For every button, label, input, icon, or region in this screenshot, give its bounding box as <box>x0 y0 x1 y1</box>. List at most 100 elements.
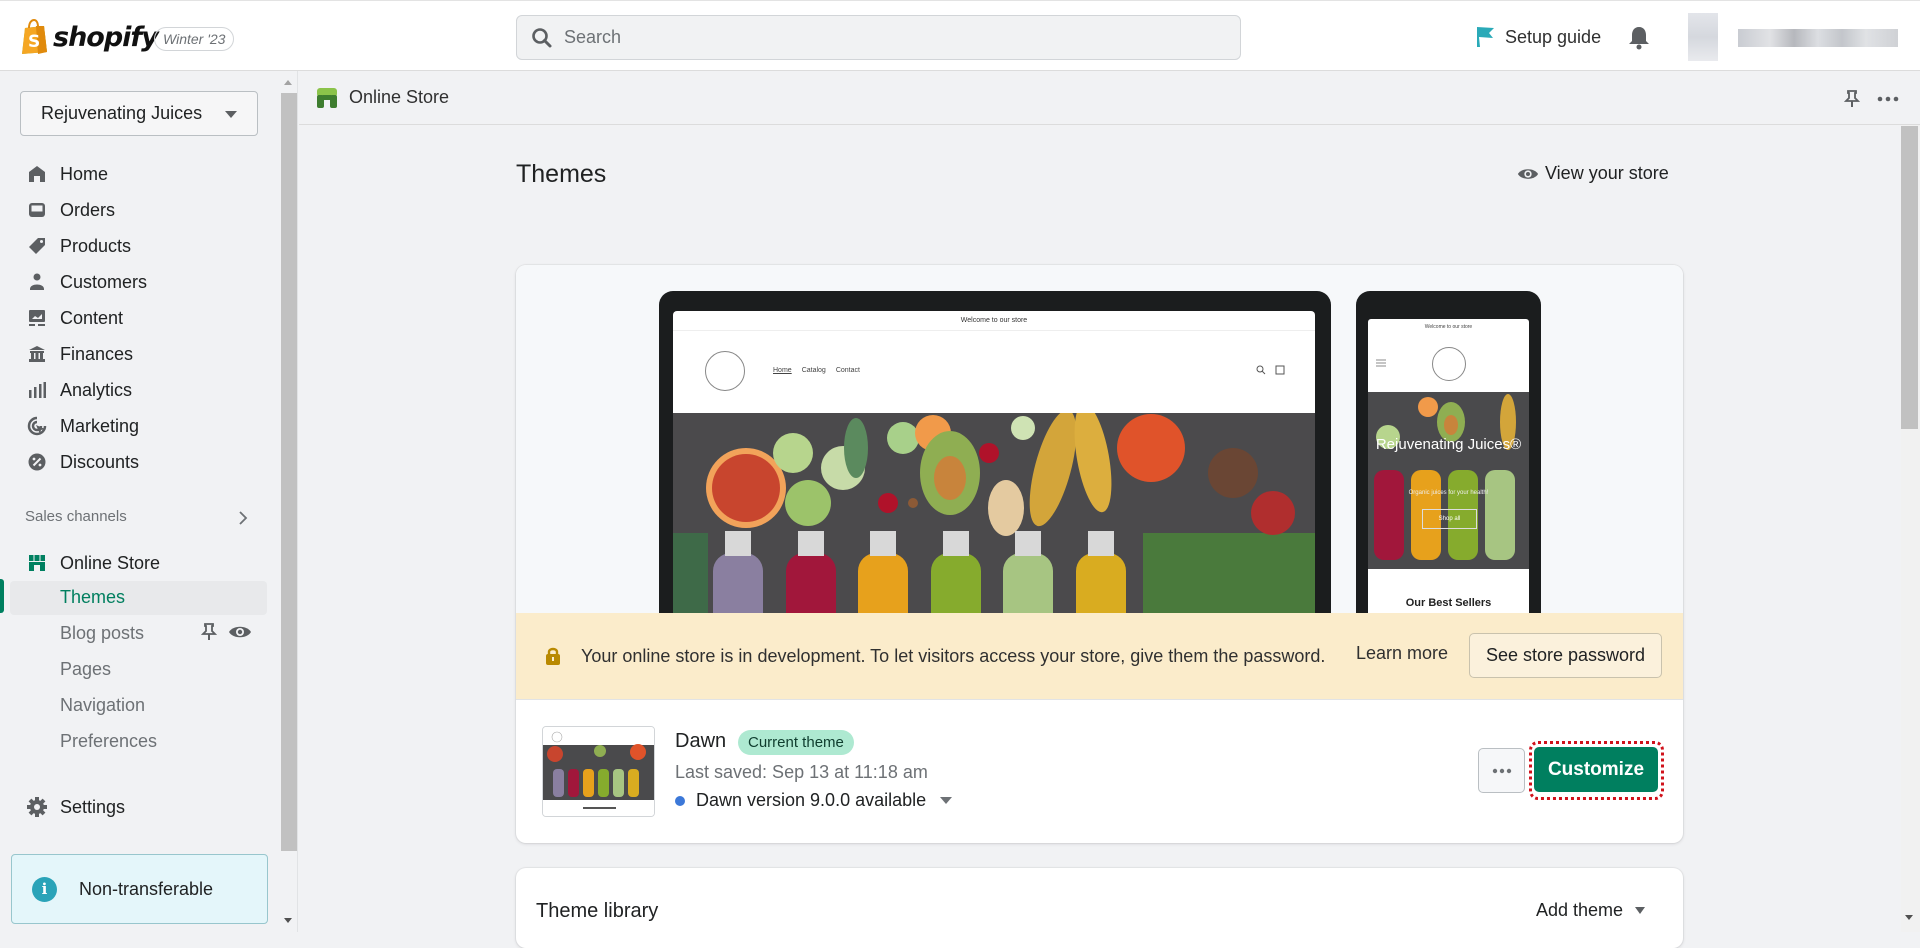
banner-message: Your online store is in development. To … <box>581 645 1326 666</box>
sidebar-item-label: Online Store <box>60 552 161 573</box>
view-store-link[interactable]: View your store <box>1517 163 1669 184</box>
discount-icon <box>26 451 48 473</box>
eye-icon <box>1517 168 1539 179</box>
preview-store-logo <box>705 351 745 391</box>
pin-icon[interactable] <box>1844 89 1860 109</box>
customize-button[interactable]: Customize <box>1534 747 1658 792</box>
more-actions-icon[interactable] <box>1877 95 1899 103</box>
sidebar-item-discounts[interactable]: Discounts <box>26 447 139 477</box>
produce-photo <box>673 413 1315 614</box>
info-icon: i <box>32 876 57 902</box>
home-icon <box>26 163 48 185</box>
caret-down-icon <box>1635 907 1646 914</box>
produce-photo <box>1368 392 1529 569</box>
active-item-highlight <box>10 581 267 615</box>
sidebar-scrollbar-thumb[interactable] <box>281 93 297 851</box>
theme-name: Dawn <box>675 730 727 752</box>
caret-down-icon <box>940 797 953 804</box>
non-transferable-notice[interactable]: i Non-transferable <box>11 854 268 924</box>
target-icon <box>26 415 48 437</box>
sidebar-item-customers[interactable]: Customers <box>26 267 147 297</box>
brand-name: shopify <box>53 21 159 53</box>
preview-nav-item: Catalog <box>801 367 826 374</box>
update-dot-icon <box>675 795 685 806</box>
sidebar-item-label: Analytics <box>60 379 133 400</box>
more-actions-icon <box>1492 768 1511 773</box>
top-bar: S shopify Winter '23 Search Setup guide <box>0 0 1920 71</box>
setup-guide-label: Setup guide <box>1505 26 1602 47</box>
theme-actions-button[interactable] <box>1478 748 1525 793</box>
theme-thumbnail[interactable] <box>542 726 655 817</box>
preview-nav-item: Contact <box>835 367 860 374</box>
sidebar-item-orders[interactable]: Orders <box>26 195 115 225</box>
setup-guide-button[interactable]: Setup guide <box>1474 25 1601 49</box>
eye-icon[interactable] <box>228 624 252 640</box>
sidebar-item-marketing[interactable]: Marketing <box>26 411 139 441</box>
lock-icon <box>546 647 560 665</box>
sidebar-item-label: Discounts <box>60 451 140 472</box>
sidebar-item-settings[interactable]: Settings <box>26 792 125 822</box>
scroll-up-arrow-icon[interactable] <box>283 78 293 86</box>
scroll-down-arrow-icon[interactable] <box>1904 914 1914 922</box>
sidebar-item-label: Finances <box>60 343 134 364</box>
mobile-preview: Welcome to our store Rejuvenating Juices… <box>1356 291 1541 614</box>
mobile-hero-subtitle: Organic juices for your health! <box>1408 490 1489 496</box>
sidebar-item-content[interactable]: Content <box>26 303 123 333</box>
theme-version-dropdown[interactable]: Dawn version 9.0.0 available <box>675 790 953 811</box>
theme-library-card: Theme library Add theme <box>516 868 1683 948</box>
search-icon <box>532 27 552 47</box>
sidebar-subitem-blog-posts[interactable]: Blog posts <box>60 623 144 644</box>
add-theme-label: Add theme <box>1536 900 1624 920</box>
shopify-logo[interactable]: S shopify <box>20 19 159 55</box>
development-banner: Your online store is in development. To … <box>516 613 1683 700</box>
bank-icon <box>26 343 48 365</box>
main-scrollbar-thumb[interactable] <box>1901 126 1918 429</box>
sidebar-subitem-navigation[interactable]: Navigation <box>60 695 145 716</box>
mobile-best-sellers: Our Best Sellers <box>1405 597 1492 609</box>
mobile-shop-all-button: Shop all <box>1422 509 1477 529</box>
sidebar-subitem-preferences[interactable]: Preferences <box>60 731 157 752</box>
sidebar-item-products[interactable]: Products <box>26 231 131 261</box>
account-name-blurred <box>1738 29 1898 47</box>
current-theme-row: Dawn Current theme Last saved: Sep 13 at… <box>516 700 1683 843</box>
theme-preview[interactable]: Welcome to our store Home Catalog Contact <box>516 265 1683 614</box>
desktop-preview: Welcome to our store Home Catalog Contact <box>659 291 1331 614</box>
sidebar-item-online-store[interactable]: Online Store <box>26 548 160 578</box>
sidebar-subitem-pages[interactable]: Pages <box>60 659 111 680</box>
learn-more-link[interactable]: Learn more <box>1356 643 1448 664</box>
sidebar-item-finances[interactable]: Finances <box>26 339 133 369</box>
release-badge[interactable]: Winter '23 <box>154 27 235 51</box>
mobile-preview-screen: Welcome to our store Rejuvenating Juices… <box>1368 319 1529 614</box>
sidebar-item-analytics[interactable]: Analytics <box>26 375 132 405</box>
notifications-button[interactable] <box>1628 25 1650 56</box>
theme-library-title: Theme library <box>536 900 659 922</box>
preview-cart-icon <box>1275 365 1285 375</box>
orders-icon <box>26 199 48 221</box>
sidebar: Rejuvenating Juices Home Orders Products… <box>0 71 298 932</box>
current-theme-card: Welcome to our store Home Catalog Contact <box>516 265 1683 843</box>
mobile-hero-title: Rejuvenating Juices® <box>1375 436 1522 453</box>
view-store-label: View your store <box>1545 163 1669 183</box>
theme-version-label: Dawn version 9.0.0 available <box>696 790 927 810</box>
scroll-down-arrow-icon[interactable] <box>283 917 293 925</box>
mobile-announcement: Welcome to our store <box>1424 324 1473 330</box>
sidebar-item-home[interactable]: Home <box>26 159 108 189</box>
see-store-password-button[interactable]: See store password <box>1469 633 1662 678</box>
add-theme-button[interactable]: Add theme <box>1536 900 1646 921</box>
search-input[interactable]: Search <box>516 15 1241 60</box>
sidebar-item-label: Content <box>60 307 124 328</box>
preview-nav: Home Catalog Contact <box>773 367 870 374</box>
store-selector[interactable]: Rejuvenating Juices <box>20 91 258 136</box>
store-name: Rejuvenating Juices <box>41 103 203 123</box>
sidebar-subitem-themes[interactable]: Themes <box>60 587 125 608</box>
preview-announcement: Welcome to our store <box>673 311 1315 331</box>
svg-text:S: S <box>28 32 40 52</box>
account-menu[interactable] <box>1688 13 1900 61</box>
avatar <box>1688 13 1718 61</box>
content-icon <box>26 307 48 329</box>
pin-icon[interactable] <box>201 622 217 642</box>
preview-store-header: Home Catalog Contact <box>673 331 1315 413</box>
sidebar-item-label: Products <box>60 235 132 256</box>
chevron-right-icon[interactable] <box>237 510 249 526</box>
sidebar-item-label: Orders <box>60 199 116 220</box>
